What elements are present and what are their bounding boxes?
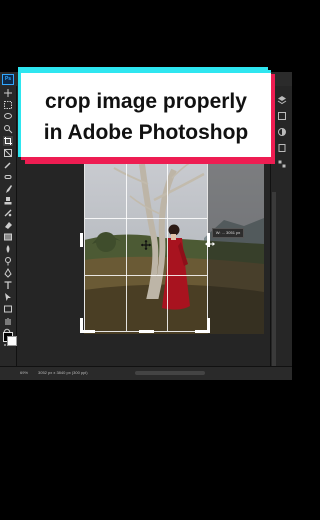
history-brush-icon[interactable] bbox=[3, 208, 13, 218]
libraries-panel-icon[interactable] bbox=[277, 140, 287, 152]
horizontal-scrollbar[interactable] bbox=[135, 371, 205, 375]
swatches-panel-icon[interactable] bbox=[277, 156, 287, 168]
adjustments-panel-icon[interactable] bbox=[277, 124, 287, 136]
crop-handle-bottom-right[interactable] bbox=[195, 330, 210, 333]
crop-grid-line bbox=[167, 161, 168, 331]
blur-tool-icon[interactable] bbox=[3, 244, 13, 254]
frame-tool-icon[interactable] bbox=[3, 148, 13, 158]
crop-tool-icon[interactable] bbox=[3, 136, 13, 146]
eraser-icon[interactable] bbox=[3, 220, 13, 230]
clone-stamp-icon[interactable] bbox=[3, 196, 13, 206]
properties-panel-icon[interactable] bbox=[277, 108, 287, 120]
gradient-tool-icon[interactable] bbox=[3, 232, 13, 242]
zoom-level[interactable]: 69% bbox=[20, 370, 28, 375]
status-bar: 69% 3052 px x 3840 px (300 ppi) bbox=[0, 366, 292, 380]
document-size: 3052 px x 3840 px (300 ppi) bbox=[38, 370, 88, 375]
video-background bbox=[0, 380, 292, 520]
quick-select-icon[interactable] bbox=[3, 124, 13, 134]
panel-scrollbar[interactable] bbox=[272, 192, 276, 367]
move-cursor-icon bbox=[141, 237, 151, 255]
crop-grid-line bbox=[126, 161, 127, 331]
brush-tool-icon[interactable] bbox=[3, 184, 13, 194]
photoshop-logo: Ps bbox=[2, 74, 14, 85]
layers-panel-icon[interactable] bbox=[277, 92, 287, 105]
eyedropper-icon[interactable] bbox=[3, 160, 13, 170]
dodge-tool-icon[interactable] bbox=[3, 256, 13, 266]
title-line-2: in Adobe Photoshop bbox=[43, 121, 249, 144]
hand-tool-icon[interactable] bbox=[3, 316, 13, 326]
healing-brush-icon[interactable] bbox=[3, 172, 13, 182]
title-line-1: crop image properly bbox=[45, 90, 247, 113]
shape-tool-icon[interactable] bbox=[3, 304, 13, 314]
type-tool-icon[interactable] bbox=[3, 280, 13, 290]
crop-handle-bottom[interactable] bbox=[139, 330, 154, 333]
pen-tool-icon[interactable] bbox=[3, 268, 13, 278]
crop-handle-bottom-left[interactable] bbox=[80, 330, 95, 333]
background-color-swatch[interactable] bbox=[7, 336, 17, 346]
crop-grid-line bbox=[85, 218, 207, 219]
marquee-tool-icon[interactable] bbox=[3, 100, 13, 110]
move-tool-icon[interactable] bbox=[3, 88, 13, 98]
crop-shield bbox=[208, 160, 264, 334]
crop-size-tooltip: W: ... 3051 px bbox=[212, 228, 244, 238]
path-select-icon[interactable] bbox=[3, 292, 13, 302]
tools-panel bbox=[0, 86, 17, 366]
crop-grid-line bbox=[85, 275, 207, 276]
crop-handle-left[interactable] bbox=[80, 233, 83, 247]
title-overlay: crop image properly in Adobe Photoshop bbox=[21, 70, 271, 160]
lasso-tool-icon[interactable] bbox=[3, 112, 13, 122]
